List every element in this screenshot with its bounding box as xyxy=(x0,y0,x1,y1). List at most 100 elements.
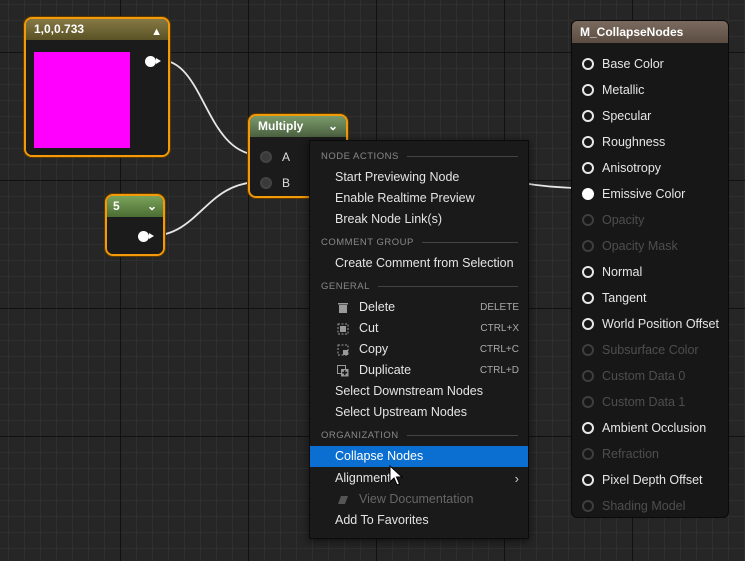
input-pin xyxy=(582,344,594,356)
menu-cut-label: Cut xyxy=(359,321,379,335)
scalar-output-pin[interactable] xyxy=(138,231,154,242)
menu-cut[interactable]: Cut CTRL+X xyxy=(310,318,528,339)
multiply-node-title-text: Multiply xyxy=(258,119,304,133)
input-pin[interactable] xyxy=(582,266,594,278)
input-pin xyxy=(582,448,594,460)
menu-enable-realtime[interactable]: Enable Realtime Preview xyxy=(310,188,528,209)
input-label-a: A xyxy=(282,150,291,164)
menu-duplicate-shortcut: CTRL+D xyxy=(479,365,519,376)
material-input-row: Subsurface Color xyxy=(582,337,719,363)
color-node-title-text: 1,0,0.733 xyxy=(34,22,85,36)
material-input-label: Emissive Color xyxy=(602,187,686,201)
section-organization: ORGANIZATION xyxy=(321,430,518,441)
input-pin[interactable] xyxy=(582,136,594,148)
copy-icon xyxy=(337,344,349,356)
material-input-row[interactable]: Emissive Color xyxy=(582,181,719,207)
material-input-row[interactable]: Tangent xyxy=(582,285,719,311)
material-input-label: World Position Offset xyxy=(602,317,719,331)
material-input-row[interactable]: Anisotropy xyxy=(582,155,719,181)
material-input-label: Refraction xyxy=(602,447,659,461)
material-input-label: Opacity xyxy=(602,213,645,227)
menu-select-upstream[interactable]: Select Upstream Nodes xyxy=(310,402,528,423)
material-result-node[interactable]: M_CollapseNodes Base Color Metallic Specul… xyxy=(571,20,729,518)
input-pin xyxy=(582,214,594,226)
scalar-node-title[interactable]: 5 ⌄ xyxy=(107,196,163,217)
material-input-row[interactable]: Roughness xyxy=(582,129,719,155)
menu-view-documentation-label: View Documentation xyxy=(359,492,474,506)
input-pin[interactable] xyxy=(582,188,594,200)
input-pin[interactable] xyxy=(582,318,594,330)
material-input-row: Custom Data 0 xyxy=(582,363,719,389)
chevron-down-icon[interactable]: ⌄ xyxy=(147,196,157,217)
input-pin[interactable] xyxy=(582,292,594,304)
material-input-row[interactable]: Base Color xyxy=(582,51,719,77)
material-input-row: Opacity xyxy=(582,207,719,233)
material-input-label: Anisotropy xyxy=(602,161,662,175)
input-pin xyxy=(582,370,594,382)
menu-create-comment[interactable]: Create Comment from Selection xyxy=(310,253,528,274)
material-input-row[interactable]: Specular xyxy=(582,103,719,129)
menu-select-downstream[interactable]: Select Downstream Nodes xyxy=(310,381,528,402)
duplicate-icon xyxy=(337,365,349,377)
material-input-label: Specular xyxy=(602,109,652,123)
material-input-label: Pixel Depth Offset xyxy=(602,473,703,487)
menu-add-favorites[interactable]: Add To Favorites xyxy=(310,510,528,531)
color-node-title[interactable]: 1,0,0.733 ▲ xyxy=(26,19,168,40)
input-pin[interactable] xyxy=(582,162,594,174)
scalar-node-value: 5 xyxy=(113,199,120,213)
menu-collapse-nodes[interactable]: Collapse Nodes xyxy=(310,446,528,467)
multiply-input-a[interactable]: A xyxy=(260,150,290,164)
input-label-b: B xyxy=(282,176,291,190)
section-comment-group: COMMENT GROUP xyxy=(321,237,518,248)
menu-view-documentation: View Documentation xyxy=(310,489,528,510)
input-pin[interactable] xyxy=(582,422,594,434)
color-node-body xyxy=(26,40,168,155)
wire-color-to-a xyxy=(159,59,261,156)
menu-copy-shortcut: CTRL+C xyxy=(479,344,519,355)
menu-cut-shortcut: CTRL+X xyxy=(480,323,519,334)
trash-icon xyxy=(338,303,348,313)
material-input-row[interactable]: Pixel Depth Offset xyxy=(582,467,719,493)
material-input-label: Base Color xyxy=(602,57,664,71)
menu-alignment[interactable]: Alignment › xyxy=(310,468,528,489)
material-input-label: Metallic xyxy=(602,83,645,97)
input-pin[interactable] xyxy=(582,110,594,122)
input-pin[interactable] xyxy=(582,84,594,96)
multiply-node-title[interactable]: Multiply ⌄ xyxy=(250,116,346,137)
section-general: GENERAL xyxy=(321,281,518,292)
material-input-label: Tangent xyxy=(602,291,647,305)
material-input-row[interactable]: Normal xyxy=(582,259,719,285)
color-output-pin[interactable] xyxy=(145,56,161,67)
color-constant-node[interactable]: 1,0,0.733 ▲ xyxy=(24,17,170,157)
input-pin[interactable] xyxy=(582,58,594,70)
menu-start-previewing[interactable]: Start Previewing Node xyxy=(310,167,528,188)
material-input-label: Subsurface Color xyxy=(602,343,699,357)
input-pin xyxy=(582,396,594,408)
menu-alignment-label: Alignment xyxy=(335,471,391,485)
material-input-label: Custom Data 1 xyxy=(602,395,686,409)
input-pin xyxy=(582,500,594,512)
input-pin-a[interactable] xyxy=(260,151,272,163)
material-inputs-list: Base Color Metallic Specular Roughness Aniso… xyxy=(582,51,719,519)
input-pin-b[interactable] xyxy=(260,177,272,189)
scissors-icon xyxy=(337,323,349,335)
menu-break-links[interactable]: Break Node Link(s) xyxy=(310,209,528,230)
result-node-title[interactable]: M_CollapseNodes xyxy=(572,21,728,43)
menu-delete-shortcut: DELETE xyxy=(480,302,519,313)
menu-duplicate[interactable]: Duplicate CTRL+D xyxy=(310,360,528,381)
material-input-row[interactable]: World Position Offset xyxy=(582,311,719,337)
context-menu: NODE ACTIONS Start Previewing Node Enabl… xyxy=(309,140,529,539)
input-pin xyxy=(582,240,594,252)
chevron-down-icon[interactable]: ⌄ xyxy=(328,116,338,137)
multiply-input-b[interactable]: B xyxy=(260,176,290,190)
scalar-constant-node[interactable]: 5 ⌄ xyxy=(105,194,165,256)
menu-delete-label: Delete xyxy=(359,300,396,314)
color-swatch xyxy=(34,52,130,148)
material-input-row[interactable]: Metallic xyxy=(582,77,719,103)
chevron-right-icon: › xyxy=(514,471,519,486)
input-pin[interactable] xyxy=(582,474,594,486)
material-input-row[interactable]: Ambient Occlusion xyxy=(582,415,719,441)
menu-copy[interactable]: Copy CTRL+C xyxy=(310,339,528,360)
material-input-row: Custom Data 1 xyxy=(582,389,719,415)
menu-delete[interactable]: Delete DELETE xyxy=(310,297,528,318)
